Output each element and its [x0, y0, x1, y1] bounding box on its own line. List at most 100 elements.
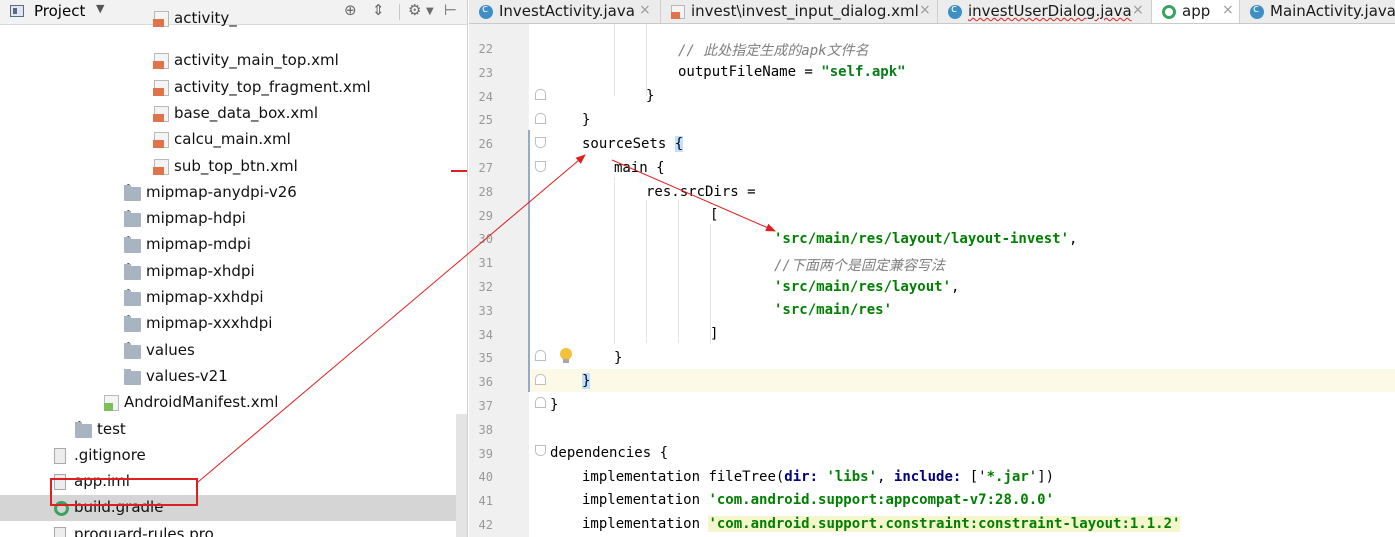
folder-icon [124, 211, 141, 228]
lightbulb-icon[interactable] [560, 348, 572, 363]
tree-item[interactable]: ❯mipmap-anydpi-v26 [0, 180, 467, 206]
tree-item[interactable]: ❯values [0, 338, 467, 364]
tree-item[interactable]: ❯mipmap-xxxhdpi [0, 311, 467, 337]
code-token: , [951, 279, 960, 295]
code-editor[interactable]: 22 23 24 25 26 27 28 29 30 31 32 33 34 35 36 37 38 39 40 41… [469, 24, 1395, 537]
code-named-arg: dir: [784, 469, 827, 485]
tab-main-activity[interactable]: MainActivity.java [1240, 0, 1395, 23]
folder-icon [124, 263, 141, 280]
code-string: 'com.android.support:appcompat-v7:28.0.0… [708, 492, 1055, 508]
code-token: implementation [582, 492, 709, 508]
line-number: 38 [478, 422, 493, 437]
folder-icon [124, 342, 141, 359]
tree-item[interactable]: ❯mipmap-xxhdpi [0, 285, 467, 311]
tree-item[interactable]: AndroidManifest.xml [0, 390, 467, 416]
fold-marker[interactable] [535, 445, 546, 456]
tree-item[interactable]: ❯mipmap-xhdpi [0, 259, 467, 285]
tree-item[interactable]: proguard-rules.pro [0, 522, 467, 537]
tree-item-label: mipmap-xxxhdpi [146, 314, 273, 333]
tree-item[interactable]: .gitignore [0, 443, 467, 469]
tree-item[interactable]: activity_main_top.xml [0, 48, 467, 74]
code-token: , [1069, 231, 1078, 247]
indent-guide [614, 24, 615, 96]
tree-item-label: mipmap-xhdpi [146, 261, 255, 280]
vcs-change-marker[interactable] [528, 130, 530, 392]
code-token: sourceSets [582, 136, 675, 152]
tree-item[interactable]: calcu_main.xml [0, 127, 467, 153]
gradle-icon [1162, 5, 1176, 19]
tree-item[interactable]: ❯mipmap-mdpi [0, 232, 467, 258]
fold-marker[interactable] [535, 113, 546, 124]
tab-invest-user-dialog[interactable]: investUserDialog.java × [938, 0, 1152, 23]
code-string: 'libs' [826, 469, 878, 485]
tab-label: app [1182, 2, 1211, 20]
tab-invest-input-dialog[interactable]: invest\invest_input_dialog.xml × [661, 0, 938, 23]
fold-marker[interactable] [535, 397, 546, 408]
tree-item-label: activity_top_fragment.xml [174, 77, 371, 96]
indent-guide [678, 200, 679, 343]
xml-icon [153, 132, 169, 149]
code-line-37: } [550, 397, 559, 413]
xml-icon [153, 53, 169, 70]
code-string: 'com.android.support.constraint:constrai… [708, 516, 1181, 532]
line-number: 28 [478, 184, 493, 199]
manifest-icon [104, 395, 119, 412]
tree-item-label: mipmap-anydpi-v26 [146, 182, 297, 201]
tree-item[interactable]: activity_top_fragment.xml [0, 75, 467, 101]
tree-item[interactable]: values-v21 [0, 364, 467, 390]
code-token: ']) [1028, 469, 1055, 485]
fold-marker[interactable] [535, 374, 546, 385]
code-line-40: implementation fileTree(dir: 'libs', inc… [582, 469, 1054, 485]
tab-label: MainActivity.java [1270, 2, 1395, 20]
tree-item-label: sub_top_btn.xml [174, 156, 298, 175]
line-number: 23 [478, 65, 493, 80]
fold-marker[interactable] [535, 89, 546, 100]
code-line-34: ] [710, 326, 719, 342]
xml-file-icon [671, 5, 685, 19]
tree-item-label: activity_main_top.xml [174, 51, 339, 70]
code-line-28: res.srcDirs = [646, 184, 756, 200]
tab-label: invest\invest_input_dialog.xml [691, 2, 919, 20]
matched-brace: } [582, 373, 591, 389]
line-number: 31 [478, 256, 493, 271]
tab-app-gradle[interactable]: app × [1152, 0, 1240, 23]
fold-marker[interactable] [535, 350, 546, 361]
tree-item[interactable]: sub_top_btn.xml [0, 154, 467, 180]
tree-item[interactable]: base_data_box.xml [0, 101, 467, 127]
line-number: 34 [478, 327, 493, 342]
editor-tab-bar: InvestActivity.java × invest\invest_inpu… [469, 0, 1395, 24]
close-icon[interactable]: × [919, 2, 931, 18]
code-line-23: outputFileName = "self.apk" [678, 64, 906, 80]
code-line-25: } [582, 112, 591, 128]
fold-marker[interactable] [535, 161, 546, 172]
code-token: outputFileName = [678, 64, 822, 80]
code-token: [' [969, 469, 987, 485]
close-icon[interactable]: × [1132, 2, 1144, 18]
project-scrollbar[interactable] [456, 414, 467, 537]
annotation-red-mark [451, 170, 467, 172]
tree-item[interactable]: activity_ [0, 6, 467, 32]
xml-icon [153, 105, 169, 122]
code-token: fileTree( [708, 469, 785, 485]
tree-item-label: mipmap-mdpi [146, 235, 251, 254]
folder-icon [75, 421, 92, 438]
close-icon[interactable]: × [639, 2, 651, 18]
tree-item-label: test [97, 419, 126, 438]
line-number: 35 [478, 351, 493, 366]
line-number: 39 [478, 446, 493, 461]
code-string: 'src/main/res/layout/layout-invest' [774, 231, 1070, 247]
tree-item[interactable]: ❯test [0, 417, 467, 443]
code-line-30: 'src/main/res/layout/layout-invest', [774, 231, 1077, 247]
line-number: 36 [478, 375, 493, 390]
code-token: implementation [582, 469, 709, 485]
tab-invest-activity[interactable]: InvestActivity.java × [469, 0, 661, 23]
tree-item[interactable]: ❯mipmap-hdpi [0, 206, 467, 232]
code-string: *.jar [986, 469, 1029, 485]
fold-marker[interactable] [535, 137, 546, 148]
line-number: 33 [478, 303, 493, 318]
code-line-29: [ [710, 207, 719, 223]
line-number: 25 [478, 113, 493, 128]
close-icon[interactable]: × [1222, 2, 1234, 18]
tab-label: investUserDialog.java [968, 2, 1132, 20]
annotation-highlight-box [50, 478, 198, 506]
